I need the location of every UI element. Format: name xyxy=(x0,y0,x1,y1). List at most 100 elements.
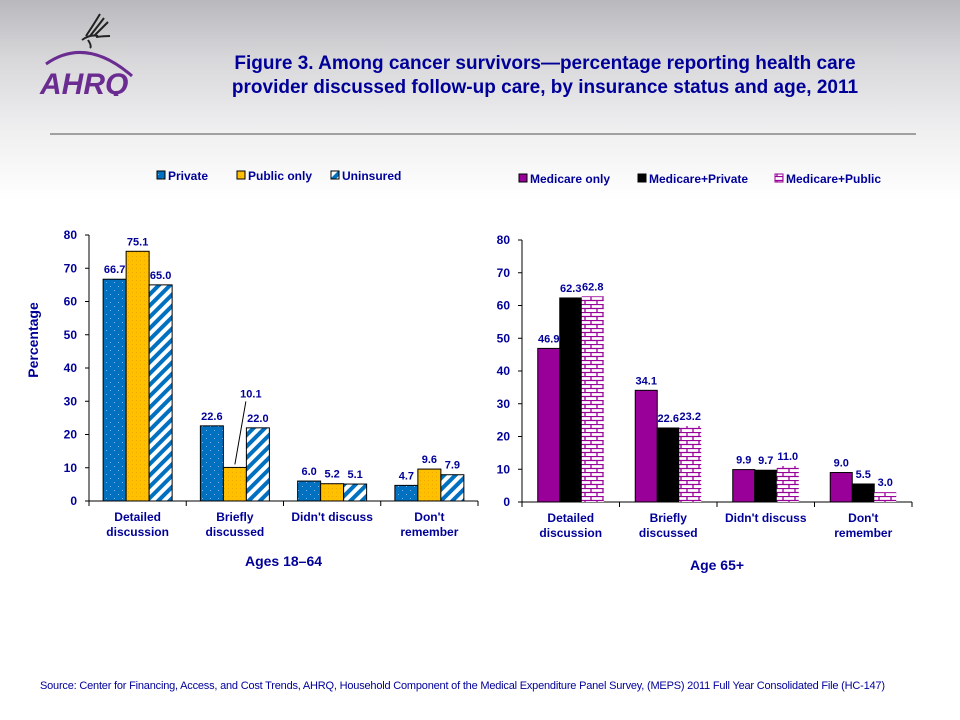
bar xyxy=(297,480,322,502)
x-category-label-line: Didn't discuss xyxy=(291,510,373,524)
y-tick-label: 80 xyxy=(497,233,511,247)
bar xyxy=(222,466,247,502)
x-category-label-line: discussion xyxy=(539,526,602,540)
data-label: 10.1 xyxy=(240,388,261,400)
data-label: 66.7 xyxy=(104,264,125,276)
bar xyxy=(440,474,465,502)
x-category-label: Briefly discussed xyxy=(206,510,265,539)
legend-label: Medicare+Public xyxy=(786,172,881,186)
x-category-label-line: Don't xyxy=(848,511,878,525)
legend-label: Public only xyxy=(248,169,312,183)
legend-label: Uninsured xyxy=(342,169,401,183)
bar xyxy=(732,469,756,503)
legend-swatch xyxy=(236,170,246,180)
x-category-label: Didn't discuss xyxy=(291,510,373,524)
data-label: 3.0 xyxy=(878,477,893,489)
x-category-label: Detailed discussion xyxy=(106,510,169,539)
data-label: 22.6 xyxy=(658,413,679,425)
bar xyxy=(829,472,853,503)
chart-age-65-plus: 0 10 20 30 40 50 60 70 80 Detailed discussion Brief… xyxy=(497,172,913,573)
data-label: 7.9 xyxy=(445,460,460,472)
legend-swatch xyxy=(330,170,340,180)
legend-label: Medicare only xyxy=(530,172,610,186)
chart-ages-18-64: 0 10 20 30 40 50 60 70 80 Detailed discussion Brief… xyxy=(25,169,479,569)
x-category-label-line: Don't xyxy=(414,510,444,524)
y-tick-label: 70 xyxy=(64,261,78,275)
y-tick-label: 20 xyxy=(497,430,511,444)
data-label: 9.9 xyxy=(736,455,751,467)
data-label: 6.0 xyxy=(301,466,316,478)
data-label-leader xyxy=(234,401,247,465)
bar xyxy=(102,278,127,502)
y-tick-label: 30 xyxy=(64,394,78,408)
x-category-label-line: Detailed xyxy=(114,510,161,524)
x-category-label: Detailed discussion xyxy=(539,511,602,540)
bar xyxy=(320,483,345,502)
legend-swatch xyxy=(774,173,784,183)
y-tick-label: 60 xyxy=(64,295,78,309)
x-category-label: Didn't discuss xyxy=(725,511,807,525)
x-category-label: Briefly discussed xyxy=(639,511,698,540)
legend-label: Private xyxy=(168,169,208,183)
bar xyxy=(537,347,561,503)
bar xyxy=(125,250,150,502)
x-category-label-line: discussion xyxy=(106,525,169,539)
y-tick-label: 30 xyxy=(497,397,511,411)
bar xyxy=(343,483,368,502)
data-label: 5.5 xyxy=(856,469,871,481)
y-axis-title: Percentage xyxy=(25,302,41,378)
bar xyxy=(148,284,173,502)
bar xyxy=(559,297,583,503)
data-label: 4.7 xyxy=(399,470,414,482)
y-tick-label: 50 xyxy=(497,331,511,345)
y-tick-label: 40 xyxy=(497,364,511,378)
data-label: 62.8 xyxy=(582,281,603,293)
y-tick-label: 70 xyxy=(497,266,511,280)
x-category-label: Don't remember xyxy=(400,510,458,539)
bar xyxy=(874,492,897,502)
x-category-label-line: Detailed xyxy=(547,511,594,525)
bar xyxy=(245,427,270,502)
y-tick-label: 10 xyxy=(64,461,78,475)
data-label: 46.9 xyxy=(538,333,559,345)
bar xyxy=(656,427,680,503)
legend-swatch xyxy=(637,173,647,183)
y-tick-label: 10 xyxy=(497,462,511,476)
y-tick-label: 20 xyxy=(64,428,78,442)
legend-swatch xyxy=(518,173,528,183)
x-axis-title: Ages 18–64 xyxy=(245,553,322,569)
x-category-label-line: discussed xyxy=(206,525,265,539)
data-label: 23.2 xyxy=(680,411,701,423)
x-category-label-line: Briefly xyxy=(650,511,688,525)
data-label: 11.0 xyxy=(777,451,798,463)
data-label: 9.6 xyxy=(422,454,437,466)
x-category-label: Don't remember xyxy=(834,511,892,540)
y-tick-label: 0 xyxy=(503,495,510,509)
data-label: 5.1 xyxy=(347,469,362,481)
y-tick-label: 40 xyxy=(64,361,78,375)
x-category-label-line: Didn't discuss xyxy=(725,511,807,525)
x-category-label-line: Briefly xyxy=(216,510,254,524)
data-label: 34.1 xyxy=(636,375,657,387)
x-category-label-line: discussed xyxy=(639,526,698,540)
data-label: 75.1 xyxy=(127,236,148,248)
bar xyxy=(634,389,658,503)
bar xyxy=(754,469,778,503)
y-tick-label: 60 xyxy=(497,299,511,313)
data-label: 22.0 xyxy=(247,413,268,425)
bar xyxy=(851,483,875,503)
bar xyxy=(776,465,799,502)
legend-swatch xyxy=(156,170,166,180)
x-category-label-line: remember xyxy=(400,525,458,539)
legend-label: Medicare+Private xyxy=(649,172,748,186)
bar xyxy=(581,296,604,502)
data-label: 62.3 xyxy=(560,283,581,295)
y-tick-label: 0 xyxy=(70,494,77,508)
x-category-label-line: remember xyxy=(834,526,892,540)
data-label: 22.6 xyxy=(201,411,222,423)
bar xyxy=(394,484,419,502)
charts-canvas: 01020304050607080Detailed discussionBrief… xyxy=(25,169,913,573)
x-axis-title: Age 65+ xyxy=(690,557,744,573)
data-label: 65.0 xyxy=(150,270,171,282)
data-label: 5.2 xyxy=(324,469,339,481)
